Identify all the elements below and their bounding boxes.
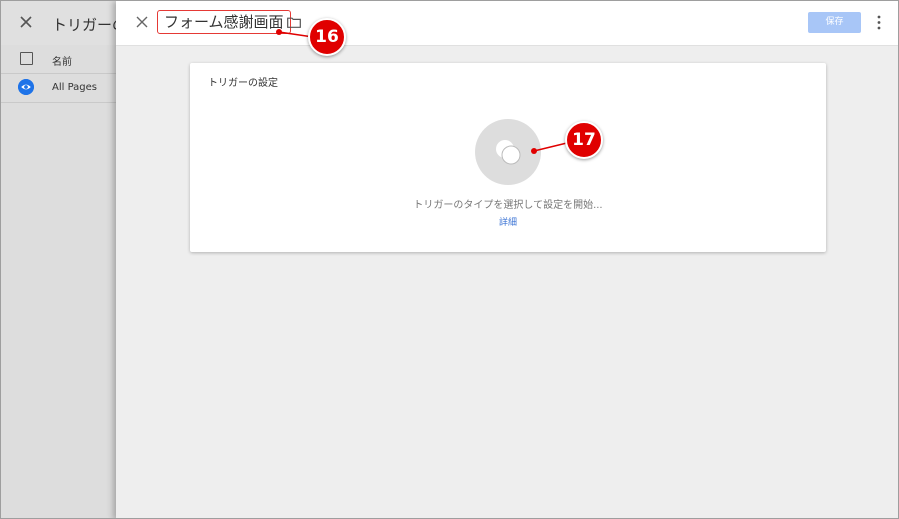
annotation-lines [276,29,572,154]
screenshot-frame: トリガーの 名前 All Pages フォーム感謝画面 保存 トリガーの設定 ト… [0,0,899,519]
annotation-badge-17: 17 [565,121,603,159]
annotation-badge-16: 16 [308,18,346,56]
